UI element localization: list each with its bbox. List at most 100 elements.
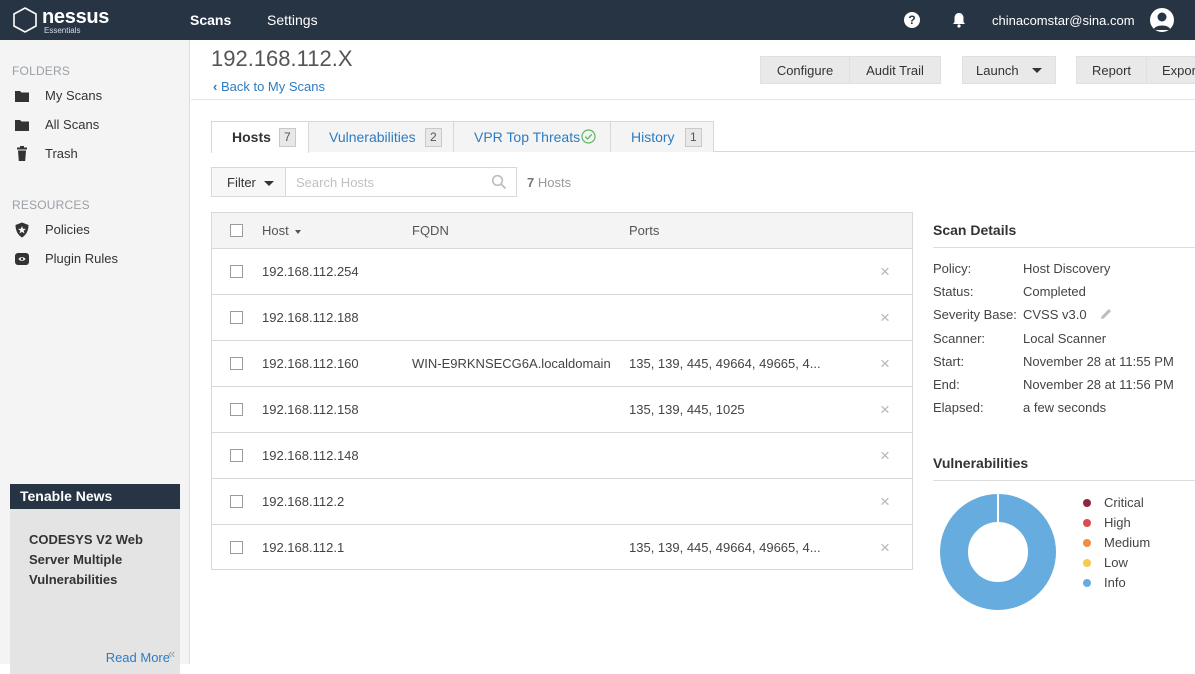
nav-settings[interactable]: Settings (267, 12, 318, 28)
resources-label: RESOURCES (12, 198, 90, 212)
legend-label: High (1104, 515, 1131, 530)
row-checkbox[interactable] (230, 541, 243, 554)
column-label: Host (262, 223, 289, 238)
table-row[interactable]: 192.168.112.188 × (212, 295, 912, 341)
folder-icon (15, 120, 29, 131)
filter-label: Filter (227, 175, 256, 190)
sort-desc-icon (294, 229, 301, 234)
news-headline[interactable]: CODESYS V2 Web Server Multiple Vulnerabi… (29, 530, 169, 590)
person-glyph (1153, 12, 1171, 30)
legend-label: Critical (1104, 495, 1144, 510)
edition-label: Essentials (44, 26, 81, 35)
row-checkbox[interactable] (230, 311, 243, 324)
legend-dot (1083, 559, 1091, 567)
collapse-sidebar-icon[interactable]: « (168, 646, 175, 661)
launch-button[interactable]: Launch (962, 56, 1056, 84)
launch-label: Launch (976, 63, 1019, 78)
sidebar-item-label: Trash (45, 146, 78, 161)
search-hosts-input[interactable] (286, 168, 486, 196)
legend-label: Medium (1104, 535, 1151, 550)
sidebar-item-label: All Scans (45, 117, 100, 132)
bell-icon[interactable] (950, 11, 968, 29)
elapsed-value: a few seconds (1023, 400, 1107, 415)
legend-dot (1083, 539, 1091, 547)
tab-history[interactable]: History 1 (610, 121, 714, 152)
remove-row-icon[interactable]: × (880, 354, 890, 374)
end-label: End: (933, 377, 960, 392)
cell-host: 192.168.112.160 (262, 356, 359, 371)
remove-row-icon[interactable]: × (880, 400, 890, 420)
tab-vpr-top-threats[interactable]: VPR Top Threats (453, 121, 611, 152)
column-header-ports[interactable]: Ports (629, 223, 659, 238)
legend-label: Low (1104, 555, 1128, 570)
tab-vulnerabilities[interactable]: Vulnerabilities 2 (308, 121, 454, 152)
caret-down-icon (264, 181, 274, 186)
sidebar: FOLDERS My Scans All Scans Trash RESOURC… (0, 40, 190, 674)
table-row[interactable]: 192.168.112.2 × (212, 479, 912, 525)
table-row[interactable]: 192.168.112.148 × (212, 433, 912, 479)
user-avatar-icon[interactable] (1150, 8, 1174, 32)
tab-count-badge: 1 (685, 128, 702, 147)
nav-scans[interactable]: Scans (190, 12, 231, 28)
sidebar-item-plugin-rules[interactable]: Plugin Rules (14, 248, 184, 270)
remove-row-icon[interactable]: × (880, 262, 890, 282)
select-all-checkbox[interactable] (230, 224, 243, 237)
row-checkbox[interactable] (230, 449, 243, 462)
pencil-edit-icon[interactable] (1099, 307, 1113, 321)
search-box (285, 167, 517, 197)
elapsed-label: Elapsed: (933, 400, 984, 415)
vulnerabilities-divider (933, 480, 1195, 481)
row-checkbox[interactable] (230, 265, 243, 278)
remove-row-icon[interactable]: × (880, 446, 890, 466)
legend-label: Info (1104, 575, 1126, 590)
tab-hosts[interactable]: Hosts 7 (211, 121, 309, 153)
cell-ports: 135, 139, 445, 49664, 49665, 4... (629, 540, 821, 555)
nessus-logo[interactable]: nessus Essentials (12, 5, 122, 35)
cell-host: 192.168.112.254 (262, 264, 359, 279)
table-row[interactable]: 192.168.112.1 135, 139, 445, 49664, 4966… (212, 525, 912, 571)
audit-trail-button[interactable]: Audit Trail (849, 56, 941, 84)
row-checkbox[interactable] (230, 403, 243, 416)
table-row[interactable]: 192.168.112.160 WIN-E9RKNSECG6A.localdom… (212, 341, 912, 387)
table-row[interactable]: 192.168.112.158 135, 139, 445, 1025 × (212, 387, 912, 433)
back-link[interactable]: ‹ Back to My Scans (213, 79, 325, 94)
user-email[interactable]: chinacomstar@sina.com (992, 13, 1135, 28)
row-checkbox[interactable] (230, 357, 243, 370)
host-count-label: Hosts (537, 175, 572, 190)
check-circle-icon (581, 129, 596, 144)
row-checkbox[interactable] (230, 495, 243, 508)
help-icon[interactable]: ? (904, 11, 922, 29)
cell-host: 192.168.112.158 (262, 402, 359, 417)
export-button[interactable]: Export (1146, 56, 1195, 84)
plugin-icon (15, 253, 29, 265)
folders-label: FOLDERS (12, 64, 71, 78)
configure-button[interactable]: Configure (760, 56, 850, 84)
cell-host: 192.168.112.148 (262, 448, 359, 463)
sidebar-item-all-scans[interactable]: All Scans (14, 114, 184, 136)
sidebar-item-my-scans[interactable]: My Scans (14, 85, 184, 107)
cell-host: 192.168.112.188 (262, 310, 359, 325)
sidebar-item-policies[interactable]: Policies (14, 219, 184, 241)
remove-row-icon[interactable]: × (880, 538, 890, 558)
column-header-host[interactable]: Host (262, 223, 301, 238)
start-label: Start: (933, 354, 965, 369)
remove-row-icon[interactable]: × (880, 492, 890, 512)
sidebar-item-trash[interactable]: Trash (14, 143, 184, 165)
filter-button[interactable]: Filter (211, 167, 286, 197)
news-title: Tenable News (10, 484, 180, 509)
hexagon-logo-icon (13, 7, 37, 33)
scan-details-title: Scan Details (933, 222, 1017, 238)
legend-dot (1083, 499, 1091, 507)
host-count: 7 Hosts (527, 175, 571, 190)
table-row[interactable]: 192.168.112.254 × (212, 249, 912, 295)
folder-icon (15, 91, 29, 102)
search-icon[interactable] (491, 174, 507, 190)
read-more-link[interactable]: Read More (106, 650, 170, 665)
column-header-fqdn[interactable]: FQDN (412, 223, 449, 238)
sidebar-item-label: My Scans (45, 88, 103, 103)
report-button[interactable]: Report (1076, 56, 1147, 84)
remove-row-icon[interactable]: × (880, 308, 890, 328)
policy-label: Policy: (933, 261, 972, 276)
tab-count-badge: 2 (425, 128, 442, 147)
vulnerabilities-title: Vulnerabilities (933, 455, 1029, 471)
